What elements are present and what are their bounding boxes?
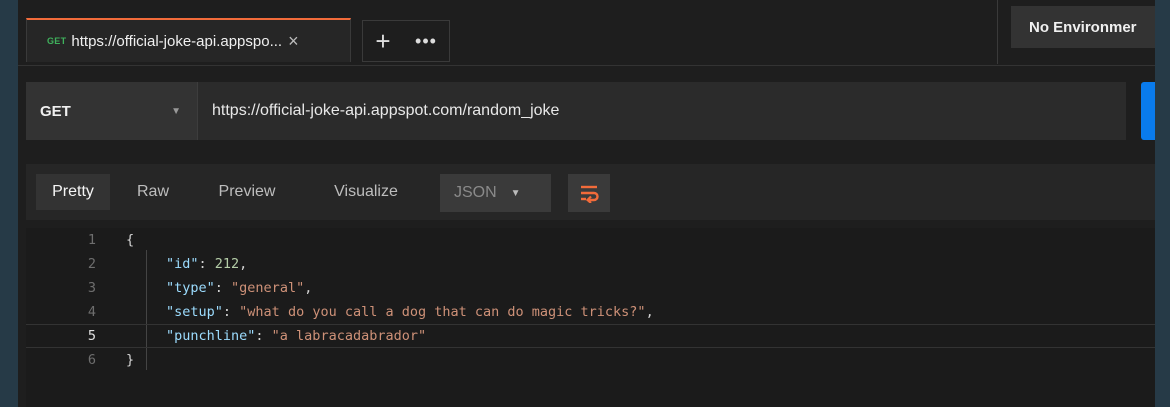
response-body[interactable]: 1{2 "id": 212, 3 "type": "general", 4 "setup"… xyxy=(26,228,1155,407)
close-icon[interactable]: × xyxy=(288,32,299,50)
code-line: 3 "type": "general", xyxy=(26,276,1155,300)
request-tab[interactable]: GET https://official-joke-api.appspo... … xyxy=(26,18,351,62)
tab-actions: + ••• xyxy=(362,20,450,62)
json-colon: : xyxy=(222,304,240,320)
text-wrap-icon[interactable] xyxy=(568,174,610,212)
line-number: 5 xyxy=(87,328,96,344)
environment-selector[interactable]: No Environmer xyxy=(1011,6,1155,48)
caret-down-icon: ▼ xyxy=(171,105,181,117)
code-text: } xyxy=(126,352,135,368)
json-value: 212 xyxy=(214,256,240,272)
code-text: "type": "general", xyxy=(166,280,312,296)
json-colon: : xyxy=(255,328,272,344)
code-text: "punchline": "a labracadabrador" xyxy=(166,328,426,344)
json-value: "a labracadabrador" xyxy=(271,328,427,344)
format-select-value: JSON xyxy=(454,184,497,201)
new-tab-button[interactable]: + xyxy=(363,28,403,54)
postman-window: GET https://official-joke-api.appspo... … xyxy=(18,0,1155,407)
json-key: "setup" xyxy=(166,304,223,320)
code-line: 1{ xyxy=(26,228,1155,252)
code-text: { xyxy=(126,232,135,248)
json-key: "type" xyxy=(166,280,215,296)
tab-method-label: GET xyxy=(47,36,67,46)
json-punctuation: , xyxy=(239,256,248,272)
code-line: 6} xyxy=(26,348,1155,372)
json-colon: : xyxy=(198,256,215,272)
json-punctuation: , xyxy=(645,304,654,320)
format-select[interactable]: JSON ▼ xyxy=(440,174,551,212)
line-number: 4 xyxy=(87,304,96,320)
json-key: "punchline" xyxy=(166,328,256,344)
code-line: 4 "setup": "what do you call a dog that c… xyxy=(26,300,1155,324)
request-bar: GET ▼ https://official-joke-api.appspot.… xyxy=(26,82,1126,140)
json-key: "id" xyxy=(166,256,199,272)
code-line: 5 "punchline": "a labracadabrador" xyxy=(26,324,1155,348)
code-line: 2 "id": 212, xyxy=(26,252,1155,276)
send-button[interactable] xyxy=(1141,82,1155,140)
more-icon[interactable]: ••• xyxy=(403,32,449,50)
caret-down-icon: ▼ xyxy=(510,187,521,199)
tab-pretty[interactable]: Pretty xyxy=(36,174,110,210)
method-select-value: GET xyxy=(40,102,71,120)
json-value: "what do you call a dog that can do magi… xyxy=(239,304,646,320)
line-number: 6 xyxy=(87,352,96,368)
response-toolbar: Pretty Raw Preview Visualize JSON ▼ xyxy=(26,164,1155,220)
url-input[interactable]: https://official-joke-api.appspot.com/ra… xyxy=(212,102,559,120)
code-text: "id": 212, xyxy=(166,256,247,272)
line-number: 2 xyxy=(87,256,96,272)
method-select[interactable]: GET ▼ xyxy=(26,82,198,140)
tab-raw[interactable]: Raw xyxy=(124,174,182,210)
tab-bar: GET https://official-joke-api.appspo... … xyxy=(18,0,1155,66)
json-colon: : xyxy=(214,280,232,296)
tab-visualize[interactable]: Visualize xyxy=(314,174,418,210)
json-punctuation: , xyxy=(304,280,313,296)
tab-title: https://official-joke-api.appspo... xyxy=(71,32,283,50)
tab-preview[interactable]: Preview xyxy=(202,174,292,210)
divider xyxy=(997,0,998,64)
json-value: "general" xyxy=(231,280,305,296)
code-text: "setup": "what do you call a dog that ca… xyxy=(166,304,654,320)
line-number: 1 xyxy=(87,232,96,248)
line-number: 3 xyxy=(87,280,96,296)
